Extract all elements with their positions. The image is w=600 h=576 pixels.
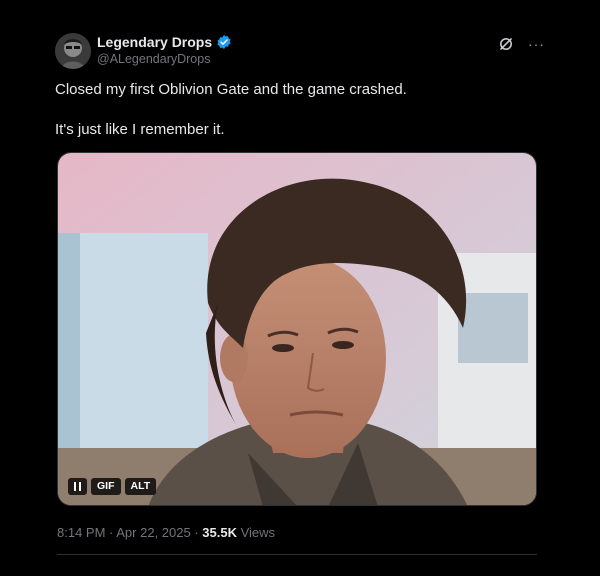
more-options-icon[interactable]: ··· bbox=[528, 36, 545, 52]
meta-separator: · bbox=[190, 525, 203, 540]
media-badges: GIF ALT bbox=[68, 478, 157, 495]
pause-icon bbox=[74, 482, 81, 491]
views-label: Views bbox=[236, 525, 276, 540]
gif-frame-image bbox=[58, 153, 536, 505]
gif-badge: GIF bbox=[91, 478, 121, 495]
tweet-meta: 8:14 PM · Apr 22, 2025 · 35.5K Views bbox=[57, 525, 275, 540]
meta-separator: · bbox=[105, 525, 117, 540]
tweet-media-gif[interactable]: GIF ALT bbox=[57, 152, 537, 506]
display-name[interactable]: Legendary Drops bbox=[97, 34, 212, 50]
user-handle[interactable]: @ALegendaryDrops bbox=[97, 52, 232, 66]
tweet-header: Legendary Drops @ALegendaryDrops ··· bbox=[55, 30, 545, 74]
tweet-text-line-1: Closed my first Oblivion Gate and the ga… bbox=[55, 81, 407, 98]
tweet-date[interactable]: Apr 22, 2025 bbox=[116, 525, 190, 540]
tweet-card: Legendary Drops @ALegendaryDrops ··· Clo bbox=[0, 0, 600, 576]
grok-icon[interactable] bbox=[498, 36, 514, 52]
tweet-text-line-2: It's just like I remember it. bbox=[55, 121, 225, 138]
author-info: Legendary Drops @ALegendaryDrops bbox=[97, 33, 232, 66]
header-actions: ··· bbox=[498, 36, 545, 52]
avatar[interactable] bbox=[55, 33, 91, 69]
verified-badge-icon bbox=[216, 34, 232, 50]
tweet-time[interactable]: 8:14 PM bbox=[57, 525, 105, 540]
divider bbox=[57, 554, 537, 555]
alt-text-button[interactable]: ALT bbox=[124, 478, 157, 495]
pause-button[interactable] bbox=[68, 478, 87, 495]
views-count: 35.5K bbox=[202, 525, 237, 540]
